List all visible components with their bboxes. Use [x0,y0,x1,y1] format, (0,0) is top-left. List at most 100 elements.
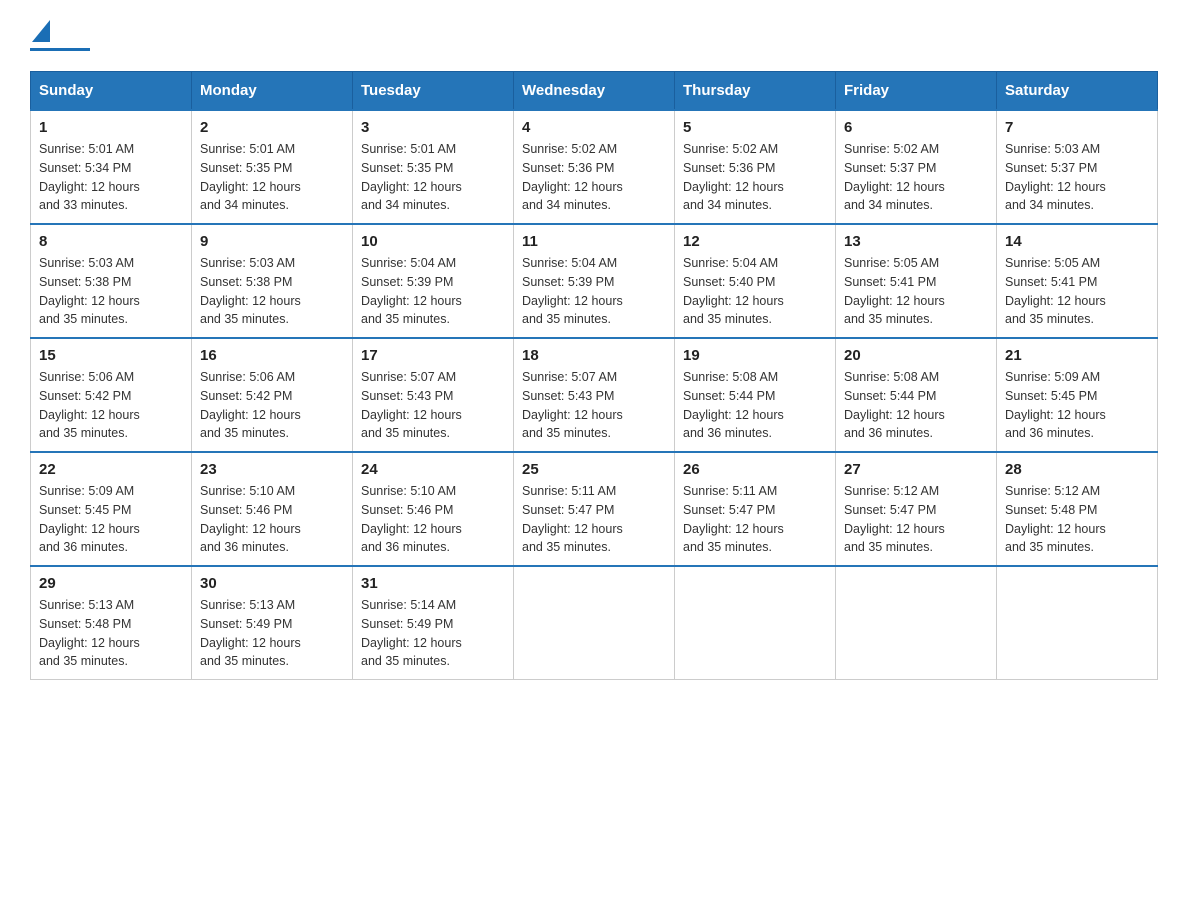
day-number: 26 [683,461,827,478]
day-number: 16 [200,347,344,364]
day-number: 15 [39,347,183,364]
day-number: 31 [361,575,505,592]
header-friday: Friday [836,72,997,111]
day-info: Sunrise: 5:04 AMSunset: 5:39 PMDaylight:… [522,256,623,326]
day-info: Sunrise: 5:02 AMSunset: 5:36 PMDaylight:… [522,142,623,212]
day-info: Sunrise: 5:07 AMSunset: 5:43 PMDaylight:… [361,370,462,440]
day-info: Sunrise: 5:07 AMSunset: 5:43 PMDaylight:… [522,370,623,440]
day-number: 2 [200,119,344,136]
day-info: Sunrise: 5:14 AMSunset: 5:49 PMDaylight:… [361,598,462,668]
day-number: 9 [200,233,344,250]
calendar-cell: 15 Sunrise: 5:06 AMSunset: 5:42 PMDaylig… [31,338,192,452]
calendar-cell: 18 Sunrise: 5:07 AMSunset: 5:43 PMDaylig… [514,338,675,452]
day-number: 8 [39,233,183,250]
day-info: Sunrise: 5:03 AMSunset: 5:37 PMDaylight:… [1005,142,1106,212]
day-info: Sunrise: 5:02 AMSunset: 5:37 PMDaylight:… [844,142,945,212]
calendar-cell: 1 Sunrise: 5:01 AMSunset: 5:34 PMDayligh… [31,110,192,224]
calendar-cell: 6 Sunrise: 5:02 AMSunset: 5:37 PMDayligh… [836,110,997,224]
calendar-cell: 3 Sunrise: 5:01 AMSunset: 5:35 PMDayligh… [353,110,514,224]
day-info: Sunrise: 5:03 AMSunset: 5:38 PMDaylight:… [39,256,140,326]
header-monday: Monday [192,72,353,111]
day-number: 28 [1005,461,1149,478]
day-number: 22 [39,461,183,478]
calendar-cell: 11 Sunrise: 5:04 AMSunset: 5:39 PMDaylig… [514,224,675,338]
day-info: Sunrise: 5:12 AMSunset: 5:47 PMDaylight:… [844,484,945,554]
calendar-week-row: 29 Sunrise: 5:13 AMSunset: 5:48 PMDaylig… [31,566,1158,680]
day-info: Sunrise: 5:08 AMSunset: 5:44 PMDaylight:… [844,370,945,440]
day-number: 30 [200,575,344,592]
day-number: 21 [1005,347,1149,364]
calendar-week-row: 8 Sunrise: 5:03 AMSunset: 5:38 PMDayligh… [31,224,1158,338]
calendar-cell: 19 Sunrise: 5:08 AMSunset: 5:44 PMDaylig… [675,338,836,452]
header-thursday: Thursday [675,72,836,111]
calendar-cell: 7 Sunrise: 5:03 AMSunset: 5:37 PMDayligh… [997,110,1158,224]
calendar-cell: 17 Sunrise: 5:07 AMSunset: 5:43 PMDaylig… [353,338,514,452]
calendar-cell: 25 Sunrise: 5:11 AMSunset: 5:47 PMDaylig… [514,452,675,566]
calendar-cell: 13 Sunrise: 5:05 AMSunset: 5:41 PMDaylig… [836,224,997,338]
day-info: Sunrise: 5:11 AMSunset: 5:47 PMDaylight:… [683,484,784,554]
day-info: Sunrise: 5:09 AMSunset: 5:45 PMDaylight:… [39,484,140,554]
day-number: 27 [844,461,988,478]
calendar-cell [836,566,997,680]
day-number: 4 [522,119,666,136]
logo-triangle-icon [32,20,50,42]
calendar-cell: 10 Sunrise: 5:04 AMSunset: 5:39 PMDaylig… [353,224,514,338]
calendar-cell: 24 Sunrise: 5:10 AMSunset: 5:46 PMDaylig… [353,452,514,566]
day-number: 5 [683,119,827,136]
calendar-cell: 4 Sunrise: 5:02 AMSunset: 5:36 PMDayligh… [514,110,675,224]
calendar-week-row: 15 Sunrise: 5:06 AMSunset: 5:42 PMDaylig… [31,338,1158,452]
calendar-cell: 28 Sunrise: 5:12 AMSunset: 5:48 PMDaylig… [997,452,1158,566]
logo [30,20,90,51]
header-wednesday: Wednesday [514,72,675,111]
day-info: Sunrise: 5:12 AMSunset: 5:48 PMDaylight:… [1005,484,1106,554]
calendar-cell [675,566,836,680]
calendar-cell: 5 Sunrise: 5:02 AMSunset: 5:36 PMDayligh… [675,110,836,224]
calendar-cell: 8 Sunrise: 5:03 AMSunset: 5:38 PMDayligh… [31,224,192,338]
calendar-cell: 30 Sunrise: 5:13 AMSunset: 5:49 PMDaylig… [192,566,353,680]
calendar-cell [997,566,1158,680]
day-number: 23 [200,461,344,478]
calendar-cell: 20 Sunrise: 5:08 AMSunset: 5:44 PMDaylig… [836,338,997,452]
day-info: Sunrise: 5:13 AMSunset: 5:48 PMDaylight:… [39,598,140,668]
day-number: 19 [683,347,827,364]
calendar-week-row: 1 Sunrise: 5:01 AMSunset: 5:34 PMDayligh… [31,110,1158,224]
day-info: Sunrise: 5:02 AMSunset: 5:36 PMDaylight:… [683,142,784,212]
calendar-cell: 14 Sunrise: 5:05 AMSunset: 5:41 PMDaylig… [997,224,1158,338]
calendar-cell: 16 Sunrise: 5:06 AMSunset: 5:42 PMDaylig… [192,338,353,452]
day-info: Sunrise: 5:01 AMSunset: 5:34 PMDaylight:… [39,142,140,212]
day-info: Sunrise: 5:06 AMSunset: 5:42 PMDaylight:… [200,370,301,440]
day-number: 25 [522,461,666,478]
day-number: 11 [522,233,666,250]
calendar-cell: 31 Sunrise: 5:14 AMSunset: 5:49 PMDaylig… [353,566,514,680]
day-info: Sunrise: 5:05 AMSunset: 5:41 PMDaylight:… [844,256,945,326]
day-info: Sunrise: 5:04 AMSunset: 5:39 PMDaylight:… [361,256,462,326]
day-number: 1 [39,119,183,136]
day-number: 3 [361,119,505,136]
calendar-header-row: Sunday Monday Tuesday Wednesday Thursday… [31,72,1158,111]
day-number: 10 [361,233,505,250]
header-sunday: Sunday [31,72,192,111]
calendar-body: 1 Sunrise: 5:01 AMSunset: 5:34 PMDayligh… [31,110,1158,680]
calendar-week-row: 22 Sunrise: 5:09 AMSunset: 5:45 PMDaylig… [31,452,1158,566]
day-number: 17 [361,347,505,364]
day-info: Sunrise: 5:10 AMSunset: 5:46 PMDaylight:… [200,484,301,554]
day-number: 6 [844,119,988,136]
calendar-cell: 12 Sunrise: 5:04 AMSunset: 5:40 PMDaylig… [675,224,836,338]
day-info: Sunrise: 5:10 AMSunset: 5:46 PMDaylight:… [361,484,462,554]
day-info: Sunrise: 5:01 AMSunset: 5:35 PMDaylight:… [361,142,462,212]
day-info: Sunrise: 5:06 AMSunset: 5:42 PMDaylight:… [39,370,140,440]
header-saturday: Saturday [997,72,1158,111]
day-info: Sunrise: 5:13 AMSunset: 5:49 PMDaylight:… [200,598,301,668]
day-info: Sunrise: 5:05 AMSunset: 5:41 PMDaylight:… [1005,256,1106,326]
day-number: 20 [844,347,988,364]
calendar-table: Sunday Monday Tuesday Wednesday Thursday… [30,71,1158,680]
day-number: 14 [1005,233,1149,250]
logo-underline [30,48,90,51]
calendar-cell: 23 Sunrise: 5:10 AMSunset: 5:46 PMDaylig… [192,452,353,566]
day-number: 13 [844,233,988,250]
day-info: Sunrise: 5:08 AMSunset: 5:44 PMDaylight:… [683,370,784,440]
day-info: Sunrise: 5:03 AMSunset: 5:38 PMDaylight:… [200,256,301,326]
calendar-cell: 26 Sunrise: 5:11 AMSunset: 5:47 PMDaylig… [675,452,836,566]
calendar-cell: 22 Sunrise: 5:09 AMSunset: 5:45 PMDaylig… [31,452,192,566]
day-info: Sunrise: 5:11 AMSunset: 5:47 PMDaylight:… [522,484,623,554]
